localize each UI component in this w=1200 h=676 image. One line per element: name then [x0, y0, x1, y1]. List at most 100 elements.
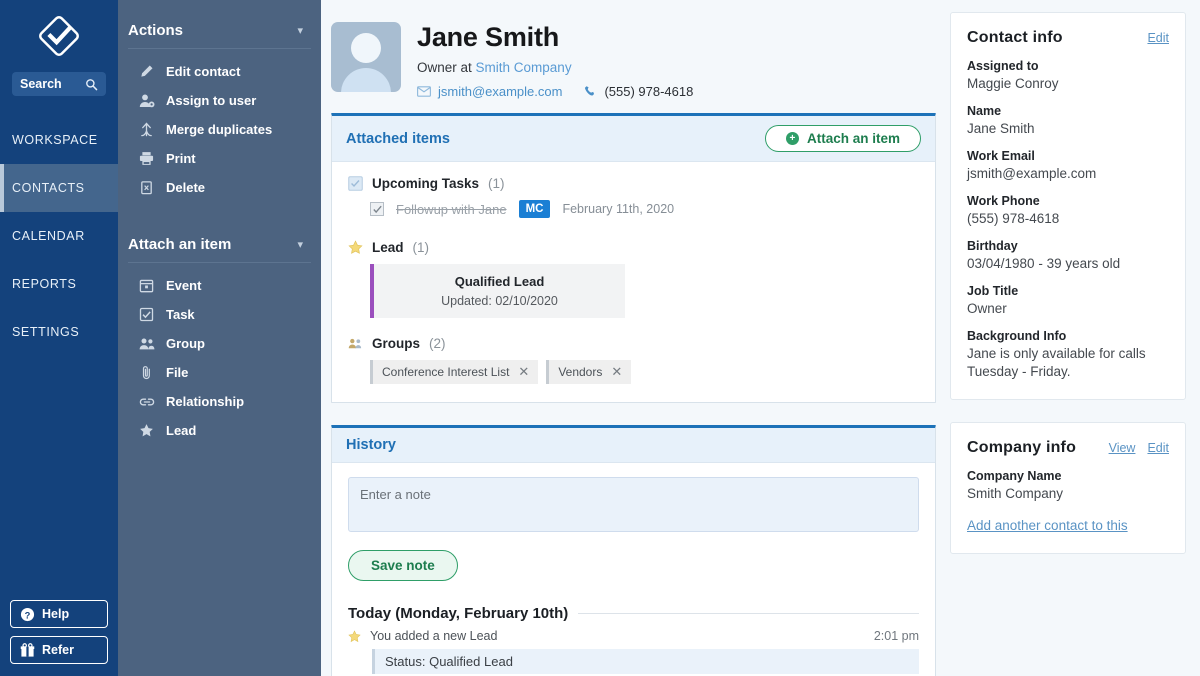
history-entry-text: You added a new Lead — [370, 629, 865, 643]
group-tag[interactable]: Conference Interest List ✕ — [370, 360, 538, 384]
pencil-icon — [138, 63, 155, 80]
action-label: Merge duplicates — [166, 122, 272, 137]
refer-button[interactable]: Refer — [10, 636, 108, 664]
trash-icon — [138, 179, 155, 196]
contact-email[interactable]: jsmith@example.com — [438, 84, 562, 99]
attach-event[interactable]: Event — [118, 271, 321, 300]
main-content: Jane Smith Owner at Smith Company jsmith… — [321, 0, 1200, 676]
paperclip-icon — [138, 364, 155, 381]
refer-label: Refer — [42, 643, 74, 657]
help-button[interactable]: ? Help — [10, 600, 108, 628]
nav-label: SETTINGS — [12, 325, 79, 339]
contact-header: Jane Smith Owner at Smith Company jsmith… — [331, 12, 936, 113]
contact-info-links: Edit — [1147, 31, 1169, 45]
search-icon — [85, 78, 98, 91]
chevron-down-icon[interactable]: ▾ — [297, 238, 303, 251]
avatar-head — [351, 33, 381, 63]
history-entry: You added a new Lead 2:01 pm — [348, 629, 919, 643]
sidebar-item-contacts[interactable]: CONTACTS — [0, 164, 118, 212]
attach-task[interactable]: Task — [118, 300, 321, 329]
sidebar-item-settings[interactable]: SETTINGS — [0, 308, 118, 356]
company-info-title: Company info — [967, 439, 1076, 457]
group-tags: Conference Interest List ✕ Vendors ✕ — [348, 360, 919, 384]
attach-relationship[interactable]: Relationship — [118, 387, 321, 416]
printer-icon — [138, 150, 155, 167]
attached-items-header: Attached items + Attach an item — [332, 116, 935, 162]
actions-title: Actions — [128, 22, 183, 39]
task-row[interactable]: Followup with Jane MC February 11th, 202… — [348, 200, 919, 218]
attach-file[interactable]: File — [118, 358, 321, 387]
field-name: Name Jane Smith — [967, 104, 1169, 138]
attach-label: Event — [166, 278, 201, 293]
sidebar-item-reports[interactable]: REPORTS — [0, 260, 118, 308]
add-another-contact-link[interactable]: Add another contact to this — [967, 518, 1128, 533]
field-assigned-to: Assigned to Maggie Conroy — [967, 59, 1169, 93]
attached-items-body: Upcoming Tasks (1) Followup with Jane MC… — [332, 162, 935, 402]
contact-header-text: Jane Smith Owner at Smith Company jsmith… — [417, 22, 693, 99]
attach-label: Task — [166, 307, 195, 322]
nav-label: CONTACTS — [12, 181, 85, 195]
attach-section-header[interactable]: Attach an item ▾ — [128, 216, 311, 263]
task-checkbox[interactable] — [370, 202, 384, 216]
app-logo[interactable] — [0, 0, 118, 72]
attach-lead[interactable]: Lead — [118, 416, 321, 445]
chevron-down-icon[interactable]: ▾ — [297, 24, 303, 37]
attach-label: File — [166, 365, 188, 380]
field-label: Background Info — [967, 329, 1169, 343]
history-title: History — [346, 437, 396, 453]
question-circle-icon: ? — [20, 607, 35, 622]
group-tag[interactable]: Vendors ✕ — [546, 360, 631, 384]
action-label: Assign to user — [166, 93, 256, 108]
lead-count: (1) — [413, 240, 430, 255]
field-value: (555) 978-4618 — [967, 210, 1169, 228]
company-info-view-link[interactable]: View — [1109, 441, 1136, 455]
attach-title: Attach an item — [128, 236, 231, 253]
field-background-info: Background Info Jane is only available f… — [967, 329, 1169, 381]
groups-count: (2) — [429, 336, 446, 351]
company-info-edit-link[interactable]: Edit — [1147, 441, 1169, 455]
company-info-header: Company info View Edit — [967, 439, 1169, 457]
attached-items-panel: Attached items + Attach an item Upcoming… — [331, 113, 936, 403]
field-work-phone: Work Phone (555) 978-4618 — [967, 194, 1169, 228]
close-icon[interactable]: ✕ — [611, 364, 622, 380]
actions-section-header[interactable]: Actions ▾ — [128, 0, 311, 49]
action-assign-to-user[interactable]: Assign to user — [118, 86, 321, 115]
close-icon[interactable]: ✕ — [518, 364, 529, 380]
field-value: Smith Company — [967, 485, 1169, 503]
contact-info-edit-link[interactable]: Edit — [1147, 31, 1169, 45]
groups-section-row: Groups (2) — [348, 336, 919, 351]
company-info-card: Company info View Edit Company Name Smit… — [950, 422, 1186, 554]
lead-card[interactable]: Qualified Lead Updated: 02/10/2020 — [370, 264, 625, 318]
search-input[interactable]: Search — [12, 72, 106, 96]
attach-group[interactable]: Group — [118, 329, 321, 358]
task-assignee-badge[interactable]: MC — [519, 200, 551, 218]
add-another-contact-row: Add another contact to this — [967, 517, 1169, 535]
action-label: Print — [166, 151, 196, 166]
sidebar-item-workspace[interactable]: WORKSPACE — [0, 116, 118, 164]
field-value: jsmith@example.com — [967, 165, 1169, 183]
gift-icon — [20, 643, 35, 658]
upcoming-tasks-row: Upcoming Tasks (1) — [348, 176, 919, 191]
action-print[interactable]: Print — [118, 144, 321, 173]
lead-label: Lead — [372, 240, 404, 255]
phone-chunk: (555) 978-4618 — [584, 84, 693, 99]
action-edit-contact[interactable]: Edit contact — [118, 57, 321, 86]
contact-phone: (555) 978-4618 — [604, 84, 693, 99]
upcoming-tasks-count: (1) — [488, 176, 505, 191]
action-merge-duplicates[interactable]: Merge duplicates — [118, 115, 321, 144]
contact-info-card: Contact info Edit Assigned to Maggie Con… — [950, 12, 1186, 400]
checkbox-icon — [348, 176, 363, 191]
note-input[interactable] — [348, 477, 919, 532]
attach-button-label: Attach an item — [807, 131, 900, 146]
attach-an-item-button[interactable]: + Attach an item — [765, 125, 921, 152]
sidebar-item-calendar[interactable]: CALENDAR — [0, 212, 118, 260]
email-chunk[interactable]: jsmith@example.com — [417, 84, 562, 99]
task-due-date: February 11th, 2020 — [562, 202, 674, 216]
people-icon — [348, 336, 363, 351]
action-pane: Actions ▾ Edit contact Assign to user — [118, 0, 321, 676]
history-entry-time: 2:01 pm — [874, 629, 919, 643]
company-link[interactable]: Smith Company — [476, 60, 572, 75]
save-note-button[interactable]: Save note — [348, 550, 458, 581]
action-delete[interactable]: Delete — [118, 173, 321, 202]
field-label: Birthday — [967, 239, 1169, 253]
